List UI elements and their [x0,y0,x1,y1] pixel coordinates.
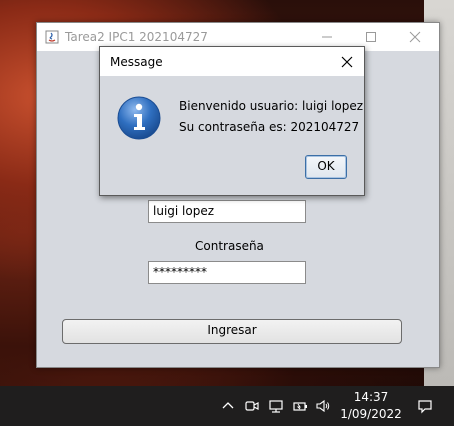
clock-date[interactable]: 1/09/2022 [336,407,406,421]
username-input[interactable]: luigi lopez [148,200,306,223]
network-icon[interactable] [267,397,285,415]
info-icon [116,95,162,141]
taskbar: 14:37 1/09/2022 [0,386,454,426]
close-icon[interactable] [330,47,364,76]
message-dialog: Message Bienvenido usuario: luigi lopez … [99,46,365,196]
dialog-title: Message [110,55,163,69]
java-app-icon [45,30,59,44]
login-button[interactable]: Ingresar [62,319,402,344]
dialog-message-line: Bienvenido usuario: luigi lopez [179,99,364,113]
dialog-message-line: Su contraseña es: 202104727 [179,120,360,134]
password-input[interactable]: ********* [148,261,306,284]
notification-icon[interactable] [416,397,434,415]
meet-now-icon[interactable] [243,397,261,415]
clock-time[interactable]: 14:37 [344,390,398,404]
battery-icon[interactable] [291,397,309,415]
chevron-up-icon[interactable] [219,397,237,415]
close-icon[interactable] [393,23,437,51]
window-title: Tarea2 IPC1 202104727 [65,30,208,44]
volume-icon[interactable] [314,397,332,415]
dialog-titlebar[interactable]: Message [100,47,364,76]
ok-button[interactable]: OK [305,155,347,179]
password-label: Contraseña [195,239,264,253]
